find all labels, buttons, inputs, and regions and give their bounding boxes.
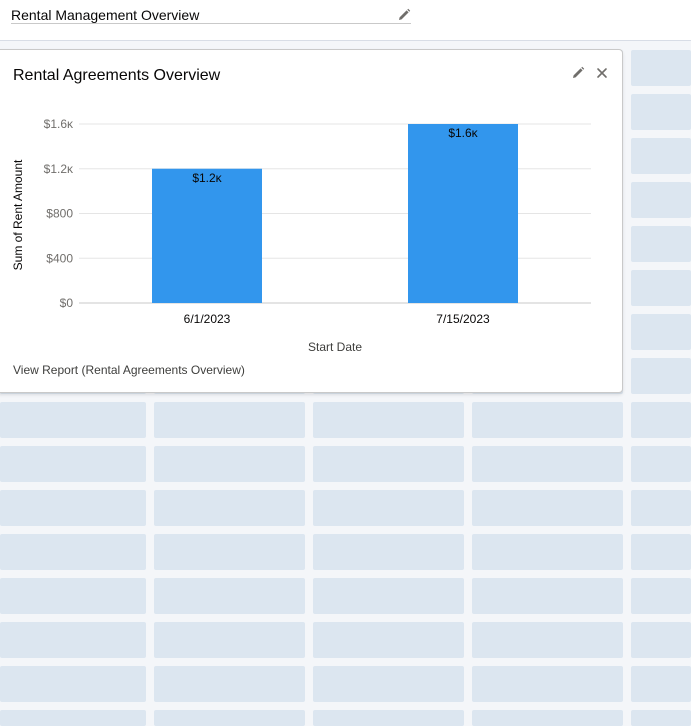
placeholder-cell (313, 446, 464, 482)
placeholder-cell (631, 578, 691, 614)
placeholder-cell (313, 534, 464, 570)
placeholder-cell (631, 270, 691, 306)
view-report-link[interactable]: View Report (Rental Agreements Overview) (13, 363, 245, 377)
placeholder-cell (631, 94, 691, 130)
placeholder-cell (313, 402, 464, 438)
pencil-icon[interactable] (397, 8, 411, 22)
placeholder-cell (472, 446, 623, 482)
data-label: $1.6ᴋ (448, 126, 478, 140)
placeholder-cell (631, 666, 691, 702)
dashboard-header: Rental Management Overview (0, 0, 691, 41)
data-label: $1.2ᴋ (192, 171, 222, 185)
placeholder-cell (472, 534, 623, 570)
placeholder-cell (0, 710, 146, 726)
placeholder-cell (631, 226, 691, 262)
dashboard-title: Rental Management Overview (11, 7, 200, 23)
y-tick-label: $1.2ᴋ (44, 162, 74, 176)
placeholder-cell (631, 490, 691, 526)
placeholder-cell (0, 490, 146, 526)
placeholder-cell (313, 710, 464, 726)
placeholder-cell (472, 666, 623, 702)
placeholder-cell (154, 534, 305, 570)
placeholder-cell (631, 314, 691, 350)
placeholder-cell (472, 710, 623, 726)
bar (152, 168, 262, 303)
placeholder-cell (631, 534, 691, 570)
y-tick-label: $800 (46, 207, 73, 221)
placeholder-cell (631, 182, 691, 218)
placeholder-cell (0, 446, 146, 482)
y-tick-label: $400 (46, 251, 73, 265)
x-tick-label: 7/15/2023 (436, 312, 490, 326)
placeholder-cell (0, 402, 146, 438)
placeholder-cell (154, 622, 305, 658)
placeholder-cell (154, 578, 305, 614)
placeholder-cell (631, 358, 691, 394)
placeholder-cell (631, 446, 691, 482)
x-tick-label: 6/1/2023 (184, 312, 231, 326)
dashboard-title-field[interactable]: Rental Management Overview (11, 6, 411, 24)
placeholder-cell (472, 490, 623, 526)
placeholder-cell (631, 402, 691, 438)
placeholder-cell (631, 622, 691, 658)
y-tick-label: $0 (60, 296, 74, 310)
placeholder-cell (154, 666, 305, 702)
bar (408, 124, 518, 303)
placeholder-cell (0, 666, 146, 702)
placeholder-cell (154, 710, 305, 726)
placeholder-cell (313, 578, 464, 614)
placeholder-cell (631, 138, 691, 174)
x-axis-title: Start Date (308, 340, 362, 354)
bar-chart: $0 $400 $800 $1.2ᴋ $1.6ᴋ $1.2ᴋ 6/1/2023 $1.6ᴋ 7/… (11, 117, 591, 354)
y-axis-title: Sum of Rent Amount (11, 159, 25, 270)
y-tick-label: $1.6ᴋ (44, 117, 74, 131)
placeholder-cell (313, 490, 464, 526)
chart-widget: Rental Agreements Overview $0 $400 $800 $1.… (0, 49, 623, 393)
placeholder-cell (631, 710, 691, 726)
placeholder-cell (0, 622, 146, 658)
placeholder-cell (631, 50, 691, 86)
placeholder-cell (0, 534, 146, 570)
placeholder-cell (154, 446, 305, 482)
placeholder-cell (472, 622, 623, 658)
placeholder-cell (313, 622, 464, 658)
placeholder-cell (154, 490, 305, 526)
placeholder-cell (154, 402, 305, 438)
placeholder-cell (472, 578, 623, 614)
placeholder-cell (472, 402, 623, 438)
placeholder-cell (0, 578, 146, 614)
placeholder-cell (313, 666, 464, 702)
